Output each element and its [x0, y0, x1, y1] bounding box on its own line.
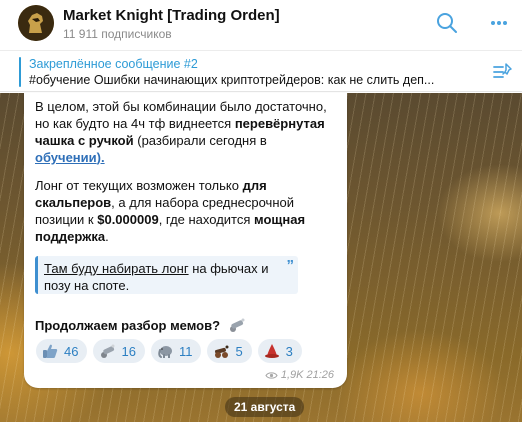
- pinned-text: #обучение Ошибки начинающих криптотрейде…: [29, 73, 435, 87]
- reaction-count: 11: [178, 343, 193, 359]
- elephant-icon: [158, 346, 172, 358]
- message-bubble[interactable]: В целом, этой бы комбинации было достато…: [24, 93, 347, 388]
- subscriber-count: 11 911 подписчиков: [63, 27, 172, 41]
- knight-avatar: [18, 5, 54, 41]
- quote-block: Там буду набирать лонг на фьючах и позу …: [35, 256, 298, 294]
- cannon-icon: [229, 318, 245, 332]
- more-icon[interactable]: [488, 12, 510, 34]
- reactions-row: 46 16 11 5 3: [36, 339, 302, 363]
- search-icon[interactable]: [436, 12, 458, 34]
- message-paragraph-3: Продолжаем разбор мемов?: [35, 317, 245, 333]
- red-hat-icon: [264, 344, 279, 358]
- pinned-message-bar[interactable]: Закреплённое сообщение #2 #обучение Ошиб…: [0, 50, 522, 92]
- reaction-thumbs-up[interactable]: 46: [36, 339, 88, 363]
- message-time: 21:26: [306, 369, 334, 381]
- reaction-count: 5: [235, 343, 243, 359]
- reaction-count: 16: [121, 343, 136, 359]
- reaction-cannon-cart[interactable]: 5: [207, 339, 252, 363]
- date-separator: 21 августа: [225, 397, 305, 417]
- view-count: 1,9K: [280, 369, 304, 381]
- reaction-elephant[interactable]: 11: [150, 339, 202, 363]
- message-paragraph-1: В целом, этой бы комбинации было достато…: [35, 99, 327, 165]
- message-paragraph-2: Лонг от текущих возможен только для скал…: [35, 178, 306, 244]
- reaction-count: 3: [285, 343, 293, 359]
- reaction-red-hat[interactable]: 3: [257, 339, 302, 363]
- reaction-count: 46: [64, 343, 79, 359]
- message-meta: 1,9K 21:26: [265, 369, 334, 381]
- cannon-icon: [101, 344, 115, 358]
- pinned-indicator: [19, 57, 21, 87]
- views-icon: [265, 371, 278, 379]
- education-link[interactable]: обучении: [35, 150, 97, 165]
- channel-title[interactable]: Market Knight [Trading Orden]: [63, 7, 280, 24]
- quote-icon: ”: [286, 257, 295, 274]
- chat-header: Market Knight [Trading Orden] 11 911 под…: [0, 0, 522, 48]
- channel-avatar[interactable]: [18, 5, 54, 41]
- thumbs-up-icon: [43, 344, 58, 358]
- reaction-cannon[interactable]: 16: [93, 339, 145, 363]
- quote-link[interactable]: Там буду набирать лонг: [44, 261, 189, 276]
- pinned-list-icon[interactable]: [492, 61, 514, 83]
- pinned-title: Закреплённое сообщение #2: [29, 57, 198, 71]
- cannon-cart-icon: [215, 345, 229, 358]
